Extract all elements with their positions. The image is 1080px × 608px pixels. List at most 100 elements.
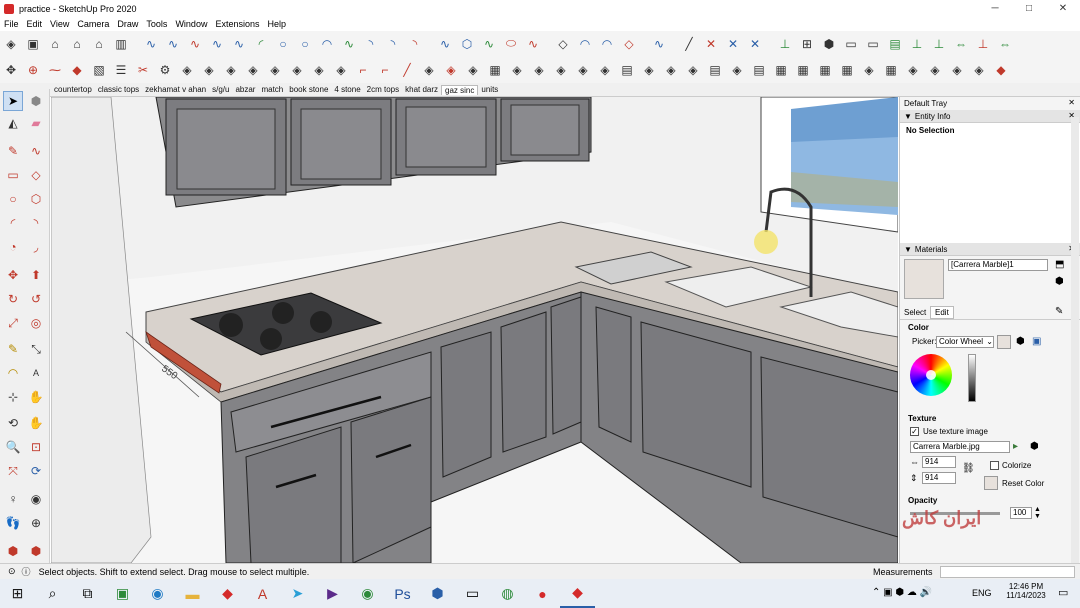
language-indicator[interactable]: ENG (972, 588, 992, 598)
pan-icon[interactable]: ✋ (26, 413, 46, 433)
push-pull-icon[interactable]: ⬆ (26, 265, 46, 285)
default-material-icon[interactable]: ⬢ (1055, 276, 1064, 287)
curve-icon[interactable]: ∿ (338, 33, 360, 55)
line-tool-icon[interactable]: ✎ (3, 141, 23, 161)
curve-icon[interactable]: ∿ (184, 33, 206, 55)
curve-icon[interactable]: ∿ (228, 33, 250, 55)
corner-icon[interactable]: ⌐ (352, 59, 374, 81)
acrobat-icon[interactable]: A (245, 579, 280, 608)
position-camera-icon[interactable]: ♀ (3, 489, 23, 509)
dimension-icon[interactable]: ⤡ (26, 339, 46, 359)
house-outline-icon[interactable]: ⌂ (88, 33, 110, 55)
arc-icon[interactable]: ◠ (574, 33, 596, 55)
stairs-icon[interactable]: ▤ (616, 59, 638, 81)
scene-tab[interactable]: khat darz (402, 85, 441, 94)
arrow-icon[interactable]: ⇔ (994, 33, 1016, 55)
box-icon[interactable]: ▧ (88, 59, 110, 81)
chrome-icon[interactable]: ◉ (350, 579, 385, 608)
colorize-checkbox[interactable] (990, 461, 999, 470)
arc-icon[interactable]: ◜ (250, 33, 272, 55)
shape-icon[interactable]: ◈ (220, 59, 242, 81)
windows-start-icon[interactable]: ⊞ (0, 579, 35, 608)
rotated-rectangle-icon[interactable]: ◇ (26, 165, 46, 185)
arc-icon[interactable]: ◝ (404, 33, 426, 55)
scene-tab[interactable]: book stone (286, 85, 331, 94)
tray-close-icon[interactable]: ✕ (1068, 98, 1075, 107)
arc-icon[interactable]: ◜ (3, 213, 23, 233)
shape-icon[interactable]: ◈ (330, 59, 352, 81)
record-icon[interactable]: ● (525, 579, 560, 608)
curve-icon[interactable]: ∿ (522, 33, 544, 55)
walk-icon[interactable]: 👣 (3, 513, 23, 533)
plane-icon[interactable]: ◇ (552, 33, 574, 55)
sketchup-active-icon[interactable]: ◆ (560, 579, 595, 608)
edit-texture-icon[interactable]: ⬢ (1030, 441, 1039, 452)
picker-dropdown[interactable]: Color Wheel ⌄ (936, 336, 994, 348)
maximize-button[interactable]: □ (1012, 0, 1046, 17)
component-tool-icon[interactable]: ⬢ (26, 91, 46, 111)
curve-icon[interactable]: ∿ (206, 33, 228, 55)
grid-icon[interactable]: ▦ (770, 59, 792, 81)
menu-edit[interactable]: Edit (23, 19, 47, 29)
scene-tab[interactable]: match (258, 85, 286, 94)
offset-icon[interactable]: ◎ (26, 313, 46, 333)
warehouse-icon[interactable]: ⬢ (3, 541, 23, 561)
curve-icon[interactable]: ∿ (648, 33, 670, 55)
curve-icon[interactable]: ∿ (434, 33, 456, 55)
section-plane-icon[interactable]: ⊕ (26, 513, 46, 533)
shape-icon[interactable]: ◈ (462, 59, 484, 81)
close-button[interactable]: ✕ (1046, 0, 1080, 17)
stairs-icon[interactable]: ▤ (704, 59, 726, 81)
menu-extensions[interactable]: Extensions (211, 19, 263, 29)
shape-icon[interactable]: ◈ (506, 59, 528, 81)
grid-icon[interactable]: ▦ (792, 59, 814, 81)
tray-icons[interactable]: ⌃ ▣ ⬢ ☁ 🔊 (872, 587, 932, 598)
shape-icon[interactable]: ◈ (286, 59, 308, 81)
axis-icon[interactable]: ⊥ (928, 33, 950, 55)
cross-icon[interactable]: ✕ (744, 33, 766, 55)
shape-icon[interactable]: ◈ (726, 59, 748, 81)
shape-icon[interactable]: ◈ (264, 59, 286, 81)
reset-color-label[interactable]: Reset Color (1002, 479, 1044, 488)
paint-bucket-icon[interactable]: ◭ (3, 113, 23, 133)
circle-icon[interactable]: ○ (294, 33, 316, 55)
scissors-icon[interactable]: ✂ (132, 59, 154, 81)
axes-icon[interactable]: ⊹ (3, 387, 23, 407)
texture-file-field[interactable]: Carrera Marble.jpg (910, 441, 1010, 453)
stack-icon[interactable]: ☰ (110, 59, 132, 81)
menu-help[interactable]: Help (263, 19, 290, 29)
sample-paint-icon[interactable]: ✎ (1055, 306, 1063, 317)
orbit-icon[interactable]: ⟲ (3, 413, 23, 433)
shape-icon[interactable]: ◈ (572, 59, 594, 81)
polygon-icon[interactable]: ⬡ (26, 189, 46, 209)
edge-browser-icon[interactable]: ◉ (140, 579, 175, 608)
scale-icon[interactable]: ⤢ (3, 313, 23, 333)
get-models-icon[interactable]: ◈ (0, 33, 22, 55)
clock[interactable]: 12:46 PM 11/14/2023 (1000, 582, 1052, 600)
view-icon[interactable]: ⊞ (796, 33, 818, 55)
tab-edit[interactable]: Edit (930, 306, 954, 319)
add-point-icon[interactable]: ⊕ (22, 59, 44, 81)
shape-icon[interactable]: ◈ (858, 59, 880, 81)
circle-icon[interactable]: ○ (272, 33, 294, 55)
app-box-icon[interactable]: ⬢ (420, 579, 455, 608)
create-material-icon[interactable]: ⬒ (1055, 259, 1064, 270)
shape-icon[interactable]: ◈ (594, 59, 616, 81)
grid-icon[interactable]: ▦ (814, 59, 836, 81)
scene-tab[interactable]: units (478, 85, 501, 94)
shape-icon[interactable]: ◈ (946, 59, 968, 81)
scene-tab[interactable]: abzar (232, 85, 258, 94)
info-icon[interactable]: ⓘ (22, 565, 31, 578)
match-screen-icon[interactable]: ▣ (1032, 336, 1041, 347)
shape-icon[interactable]: ◈ (660, 59, 682, 81)
color-swatch[interactable] (997, 335, 1011, 349)
match-color-icon[interactable]: ⬢ (1016, 336, 1025, 347)
curve-icon[interactable]: ∿ (162, 33, 184, 55)
reset-color-swatch[interactable] (984, 476, 998, 490)
scene-tab[interactable]: s/g/u (209, 85, 232, 94)
shape-icon[interactable]: ◈ (308, 59, 330, 81)
text-tool-icon[interactable]: A (26, 363, 46, 383)
eraser-icon[interactable]: ▰ (26, 113, 46, 133)
curve-points-icon[interactable]: ⁓ (44, 59, 66, 81)
warehouse-icon[interactable]: ⌂ (66, 33, 88, 55)
